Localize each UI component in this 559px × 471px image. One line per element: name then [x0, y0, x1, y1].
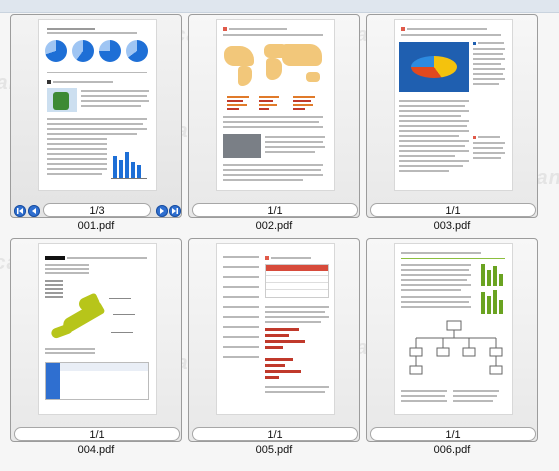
page-counter: 1/1	[370, 427, 536, 441]
page-thumbnail[interactable]	[395, 20, 512, 190]
page-thumbnail[interactable]	[395, 244, 512, 414]
first-page-icon	[17, 208, 23, 214]
previous-page-button[interactable]	[28, 205, 40, 217]
file-name-label: 001.pdf	[77, 220, 115, 232]
network-diagram	[409, 320, 503, 375]
next-page-icon	[160, 208, 164, 214]
page-thumbnail[interactable]	[39, 244, 156, 414]
file-name-label: 005.pdf	[255, 444, 293, 456]
last-page-icon	[172, 208, 178, 214]
thumbnail-card[interactable]: 1/1	[366, 238, 538, 442]
last-page-button[interactable]	[169, 205, 181, 217]
page-counter: 1/1	[370, 203, 536, 217]
file-name-label: 003.pdf	[433, 220, 471, 232]
thumbnail-card[interactable]: 1/3	[10, 14, 182, 218]
thumbnail-card[interactable]: 1/1	[10, 238, 182, 442]
page-counter: 1/1	[14, 427, 180, 441]
page-counter: 1/1	[192, 203, 358, 217]
top-bar	[0, 0, 559, 13]
thumbnail-card[interactable]: 1/1	[366, 14, 538, 218]
previous-page-icon	[32, 208, 36, 214]
file-name-label: 002.pdf	[255, 220, 293, 232]
page-counter: 1/3	[43, 203, 151, 217]
page-thumbnail[interactable]	[39, 20, 156, 190]
page-counter: 1/1	[192, 427, 358, 441]
page-thumbnail[interactable]	[217, 244, 334, 414]
thumbnail-card[interactable]: 1/1	[188, 14, 360, 218]
file-name-label: 006.pdf	[433, 444, 471, 456]
next-page-button[interactable]	[156, 205, 168, 217]
first-page-button[interactable]	[14, 205, 26, 217]
file-name-label: 004.pdf	[77, 444, 115, 456]
page-thumbnail[interactable]	[217, 20, 334, 190]
thumbnail-card[interactable]: 1/1	[188, 238, 360, 442]
